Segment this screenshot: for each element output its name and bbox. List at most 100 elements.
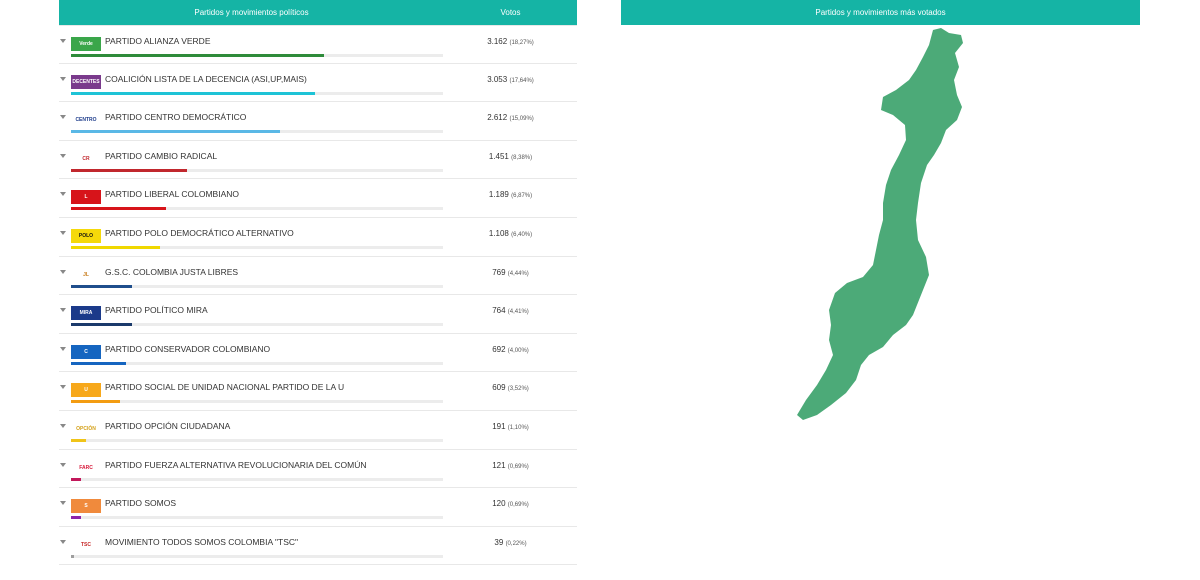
vote-share-bar xyxy=(71,245,443,249)
vote-share-bar xyxy=(71,284,443,288)
vote-count: 121 xyxy=(492,460,506,470)
party-votes: 764 (4,41%) xyxy=(444,306,577,315)
party-votes: 1.189 (6,87%) xyxy=(444,190,577,199)
expand-caret-icon[interactable] xyxy=(60,76,66,81)
party-row[interactable]: DECENTES COALICIÓN LISTA DE LA DECENCIA (… xyxy=(59,64,577,103)
vote-percentage: (0,69%) xyxy=(507,463,529,470)
vote-share-fill xyxy=(71,323,133,327)
party-row[interactable]: Verde PARTIDO ALIANZA VERDE 3.162 (18,27%) xyxy=(59,25,577,64)
expand-caret-icon[interactable] xyxy=(60,153,66,158)
vote-share-fill xyxy=(71,245,160,249)
vote-count: 3.053 xyxy=(487,74,508,84)
party-name: PARTIDO SOCIAL DE UNIDAD NACIONAL PARTID… xyxy=(105,382,345,393)
vote-share-bar xyxy=(71,54,443,57)
party-votes: 692 (4,00%) xyxy=(444,345,577,354)
vote-share-bar xyxy=(71,554,443,558)
party-row[interactable]: FARC PARTIDO FUERZA ALTERNATIVA REVOLUCIO… xyxy=(59,450,577,489)
party-name: PARTIDO POLO DEMOCRÁTICO ALTERNATIVO xyxy=(105,227,294,238)
vote-share-bar xyxy=(71,168,443,172)
expand-caret-icon[interactable] xyxy=(60,192,66,197)
expand-caret-icon[interactable] xyxy=(60,346,66,351)
party-row[interactable]: OPCIÓN PARTIDO OPCIÓN CIUDADANA 191 (1,10%… xyxy=(59,411,577,450)
expand-caret-icon[interactable] xyxy=(60,501,66,506)
party-row[interactable]: POLO PARTIDO POLO DEMOCRÁTICO ALTERNATIVO… xyxy=(59,218,577,257)
party-row[interactable]: CR PARTIDO CAMBIO RADICAL 1.451 (8,38%) xyxy=(59,141,577,180)
vote-count: 120 xyxy=(492,499,506,509)
vote-share-fill xyxy=(71,554,75,558)
vote-count: 2.612 xyxy=(487,113,508,123)
expand-caret-icon[interactable] xyxy=(60,385,66,390)
party-name: MOVIMIENTO TODOS SOMOS COLOMBIA "TSC" xyxy=(105,536,299,547)
party-name: PARTIDO ALIANZA VERDE xyxy=(105,36,211,46)
party-row[interactable]: JL G.S.C. COLOMBIA JUSTA LIBRES 769 (4,44%… xyxy=(59,257,577,296)
somos-logo-icon: S xyxy=(71,499,101,514)
party-votes: 769 (4,44%) xyxy=(444,268,577,277)
vote-count: 1.451 xyxy=(488,151,509,161)
party-row[interactable]: C PARTIDO CONSERVADOR COLOMBIANO 692 (4,00… xyxy=(59,334,577,373)
centro-democratico-logo-icon: CENTRO xyxy=(71,113,101,128)
vote-count: 764 xyxy=(492,306,506,316)
party-votes: 2.612 (15,09%) xyxy=(444,113,577,122)
farc-logo-icon: FARC xyxy=(71,460,101,475)
vote-percentage: (17,64%) xyxy=(509,77,534,84)
vote-share-bar xyxy=(71,361,443,365)
vote-share-fill xyxy=(71,91,316,95)
vote-percentage: (1,10%) xyxy=(507,424,529,431)
party-name: PARTIDO CENTRO DEMOCRÁTICO xyxy=(105,112,247,123)
party-votes: 120 (0,69%) xyxy=(444,499,577,508)
conservador-logo-icon: C xyxy=(71,344,101,359)
vote-percentage: (15,09%) xyxy=(509,116,534,123)
vote-share-bar xyxy=(71,91,443,95)
party-row[interactable]: CENTRO PARTIDO CENTRO DEMOCRÁTICO 2.612 (1… xyxy=(59,102,577,141)
party-row[interactable]: MIRA PARTIDO POLÍTICO MIRA 764 (4,41%) xyxy=(59,295,577,334)
expand-caret-icon[interactable] xyxy=(60,230,66,235)
department-map-shape[interactable] xyxy=(797,28,963,420)
opcion-ciudadana-logo-icon: OPCIÓN xyxy=(71,421,101,436)
expand-caret-icon[interactable] xyxy=(60,423,66,428)
party-votes: 121 (0,69%) xyxy=(444,461,577,470)
vote-count: 769 xyxy=(492,267,506,277)
vote-share-fill xyxy=(71,54,324,57)
vote-share-bar xyxy=(71,130,443,134)
department-map[interactable] xyxy=(621,25,1140,580)
vote-count: 1.108 xyxy=(488,228,509,238)
vote-percentage: (4,00%) xyxy=(507,347,529,354)
party-row[interactable]: S PARTIDO SOMOS 120 (0,69%) xyxy=(59,488,577,527)
vote-percentage: (4,41%) xyxy=(507,309,529,316)
vote-count: 1.189 xyxy=(488,190,509,200)
expand-caret-icon[interactable] xyxy=(60,462,66,467)
expand-caret-icon[interactable] xyxy=(60,269,66,274)
vote-share-fill xyxy=(71,130,280,134)
vote-count: 609 xyxy=(492,383,506,393)
party-name: PARTIDO SOMOS xyxy=(105,498,177,509)
vote-share-fill xyxy=(71,168,188,172)
decentes-logo-icon: DECENTES xyxy=(71,74,101,89)
vote-percentage: (8,38%) xyxy=(511,154,533,161)
vote-count: 39 xyxy=(494,537,504,547)
party-rows: Verde PARTIDO ALIANZA VERDE 3.162 (18,27%)… xyxy=(59,25,577,566)
vote-percentage: (18,27%) xyxy=(509,40,534,46)
header-votes: Votos xyxy=(500,8,521,17)
party-row[interactable]: L PARTIDO LIBERAL COLOMBIANO 1.189 (6,87%) xyxy=(59,179,577,218)
mira-logo-icon: MIRA xyxy=(71,306,101,321)
party-row[interactable]: TSC MOVIMIENTO TODOS SOMOS COLOMBIA "TSC"… xyxy=(59,527,577,566)
header-parties: Partidos y movimientos políticos xyxy=(194,8,309,17)
expand-caret-icon[interactable] xyxy=(60,115,66,120)
party-name: G.S.C. COLOMBIA JUSTA LIBRES xyxy=(105,266,239,277)
vote-percentage: (3,52%) xyxy=(507,386,529,393)
results-table: Partidos y movimientos políticos Votos V… xyxy=(59,0,577,580)
vote-share-fill xyxy=(71,284,133,288)
expand-caret-icon[interactable] xyxy=(60,539,66,544)
cambio-radical-logo-icon: CR xyxy=(71,151,101,166)
party-votes: 609 (3,52%) xyxy=(444,383,577,392)
results-table-header: Partidos y movimientos políticos Votos xyxy=(59,0,577,25)
liberal-logo-icon: L xyxy=(71,190,101,205)
party-row[interactable]: U PARTIDO SOCIAL DE UNIDAD NACIONAL PARTI… xyxy=(59,372,577,411)
polo-logo-icon: POLO xyxy=(71,228,101,243)
expand-caret-icon[interactable] xyxy=(60,308,66,313)
vote-share-fill xyxy=(71,400,120,404)
expand-caret-icon[interactable] xyxy=(60,39,66,43)
map-panel: Partidos y movimientos más votados xyxy=(621,0,1140,580)
vote-share-bar xyxy=(71,477,443,481)
vote-share-bar xyxy=(71,400,443,404)
